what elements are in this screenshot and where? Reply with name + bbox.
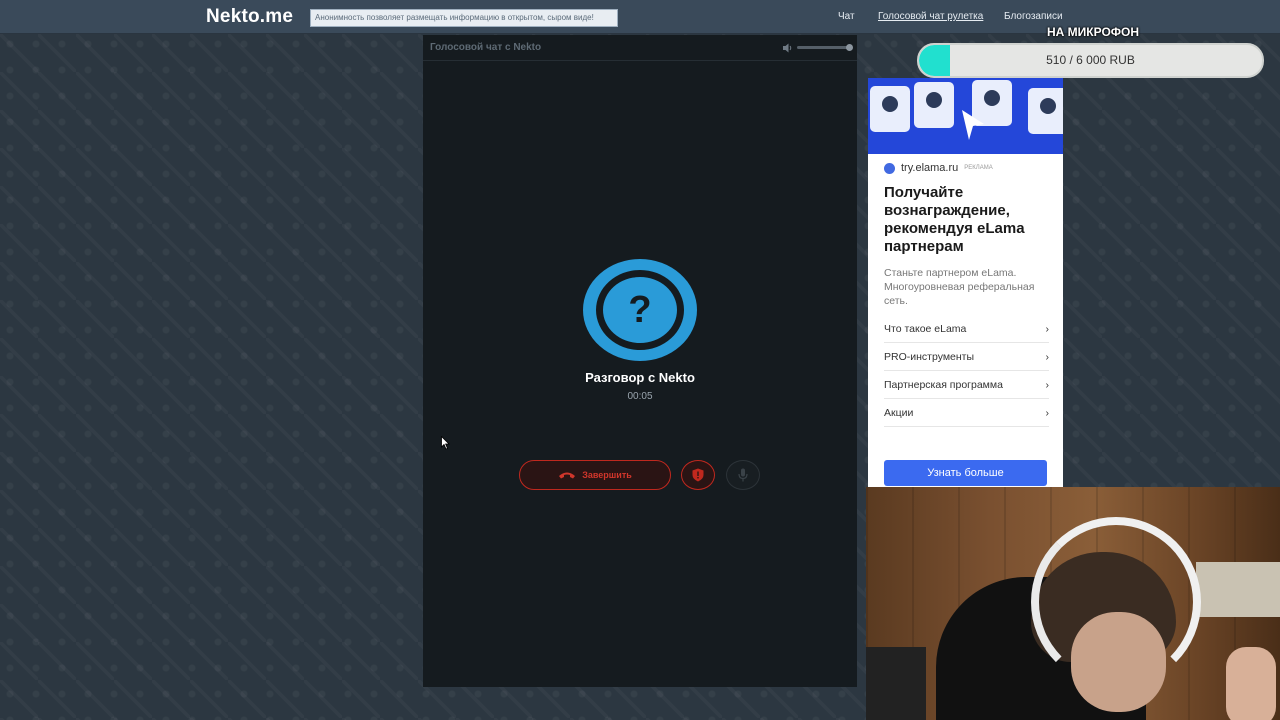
ad-pointer-icon [962,110,984,140]
ad-link[interactable]: Акции › [884,399,1049,427]
ad-source: try.elama.ru РЕКЛАМА [884,162,993,174]
ad-cta-button[interactable]: Узнать больше [884,460,1047,486]
hang-up-phone-icon [559,472,576,479]
ad-profile-card [870,86,910,132]
ad-profile-card [914,82,954,128]
ad-label: РЕКЛАМА [964,165,993,171]
nav-blog[interactable]: Блогозаписи [1004,11,1063,22]
volume-slider[interactable] [797,46,851,49]
panel-title: Голосовой чат с Nekto [430,42,542,53]
voice-chat-panel: Голосовой чат с Nekto ? Разговор с Nekto… [423,35,857,687]
report-button[interactable] [681,460,715,490]
chevron-right-icon: › [1045,406,1050,419]
ad-headline[interactable]: Получайте вознаграждение, рекомендуя eLa… [884,184,1054,256]
ad-banner-image [868,78,1063,154]
ad-link-label: Акции [884,406,914,419]
volume-icon[interactable] [782,42,794,54]
background-shelf [1196,562,1280,617]
ad-link[interactable]: Партнерская программа › [884,371,1049,399]
ad-link-label: Что такое eLama [884,322,967,335]
nav-voice-chat-roulette[interactable]: Голосовой чат рулетка [878,11,983,22]
streamer-hand [1226,647,1276,720]
ad-domain[interactable]: try.elama.ru [901,162,958,174]
shield-icon [692,468,704,482]
webcam-overlay [866,487,1280,720]
volume-slider-handle[interactable] [846,44,853,51]
ad-link-label: PRO-инструменты [884,350,975,363]
advertisement[interactable]: try.elama.ru РЕКЛАМА Получайте вознаграж… [868,78,1063,488]
tagline-banner: Анонимность позволяет размещать информац… [310,9,618,27]
call-title: Разговор с Nekto [585,370,695,385]
elama-logo-icon [884,162,895,174]
mute-mic-button[interactable] [726,460,760,490]
headset [1031,517,1201,687]
ad-link[interactable]: Что такое eLama › [884,315,1049,343]
ad-links: Что такое eLama › PRO-инструменты › Партне… [884,315,1049,427]
call-timer: 00:05 [627,391,653,402]
end-call-button[interactable]: Завершить [519,460,671,490]
chevron-right-icon: › [1045,378,1050,391]
donation-progress-text: 510 / 6 000 RUB [1046,53,1135,67]
chevron-right-icon: › [1045,322,1050,335]
microphone-icon [738,468,748,482]
chevron-right-icon: › [1045,350,1050,363]
interlocutor-avatar: ? [583,259,697,361]
end-call-label: Завершить [582,470,632,480]
mouse-cursor-icon [441,436,450,450]
avatar-ring: ? [596,270,684,350]
site-logo[interactable]: Nekto.me [206,6,293,28]
panel-header: Голосовой чат с Nekto [423,35,857,61]
nav-chat[interactable]: Чат [838,11,855,22]
mic-stand [866,647,926,720]
ad-description: Станьте партнером eLama. Многоуровневая … [884,267,1035,307]
ad-profile-card [1028,88,1063,134]
ad-link[interactable]: PRO-инструменты › [884,343,1049,371]
ad-link-label: Партнерская программа [884,378,1003,391]
donation-progress-bar: 510 / 6 000 RUB [917,43,1264,78]
question-mark-icon: ? [628,289,652,331]
donation-goal-label: НА МИКРОФОН [1047,25,1140,39]
